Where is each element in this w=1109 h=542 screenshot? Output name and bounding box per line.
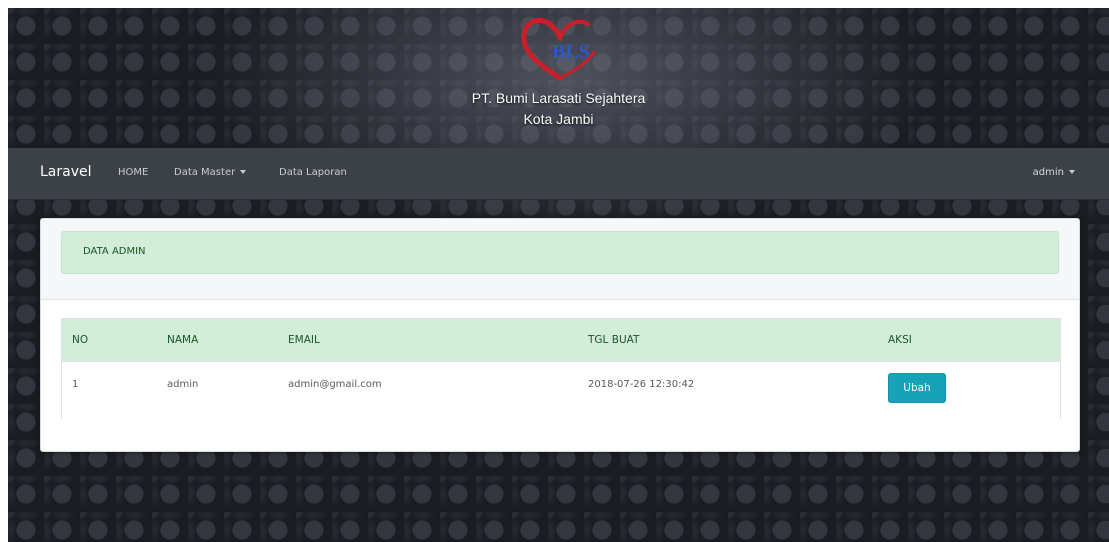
- nav-data-master[interactable]: Data Master: [174, 167, 247, 178]
- column-header-no: NO: [72, 334, 89, 346]
- column-header-aksi: AKSI: [888, 334, 912, 346]
- chevron-down-icon: [1069, 170, 1075, 174]
- cell-email: admin@gmail.com: [288, 379, 382, 390]
- cell-nama: admin: [167, 379, 199, 390]
- title-alert: DATA ADMIN: [61, 231, 1059, 274]
- page-frame: BLS PT. Bumi Larasati Sejahtera Kota Jam…: [8, 8, 1109, 542]
- company-name: PT. Bumi Larasati Sejahtera: [471, 90, 646, 106]
- logo-text: BLS: [552, 41, 590, 63]
- admin-card: DATA ADMIN NO NAMA EMAIL TGL BUAT AKSI 1…: [40, 218, 1080, 452]
- card-header: DATA ADMIN: [41, 219, 1079, 300]
- user-name: admin: [1032, 167, 1064, 178]
- cell-no: 1: [72, 379, 79, 390]
- top-navbar: Laravel HOME Data Master Data Laporan ad…: [8, 148, 1109, 200]
- column-header-nama: NAMA: [167, 334, 199, 346]
- company-city: Kota Jambi: [523, 111, 594, 127]
- nav-home[interactable]: HOME: [118, 167, 148, 178]
- table-header: NO NAMA EMAIL TGL BUAT AKSI: [62, 319, 1060, 361]
- admin-table: NO NAMA EMAIL TGL BUAT AKSI 1 admin admi…: [61, 318, 1061, 419]
- nav-data-laporan[interactable]: Data Laporan: [279, 167, 347, 178]
- user-menu[interactable]: admin: [1033, 167, 1075, 178]
- ubah-button[interactable]: Ubah: [888, 373, 946, 403]
- navbar-brand[interactable]: Laravel: [40, 164, 92, 180]
- column-header-tgl-buat: TGL BUAT: [588, 334, 640, 346]
- table-row: 1 admin admin@gmail.com 2018-07-26 12:30…: [62, 361, 1060, 419]
- nav-data-master-label: Data Master: [174, 167, 236, 178]
- panel-title: DATA ADMIN: [83, 246, 146, 257]
- header-banner: BLS PT. Bumi Larasati Sejahtera Kota Jam…: [8, 8, 1109, 148]
- company-logo: BLS: [521, 17, 596, 81]
- chevron-down-icon: [240, 170, 247, 174]
- cell-tgl-buat: 2018-07-26 12:30:42: [588, 379, 695, 390]
- column-header-email: EMAIL: [288, 334, 320, 346]
